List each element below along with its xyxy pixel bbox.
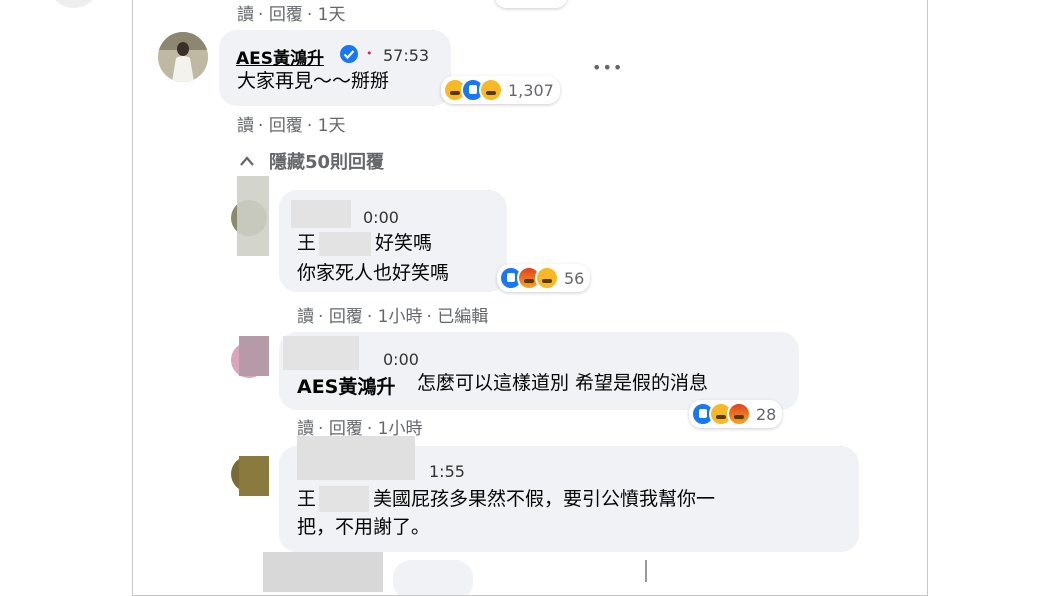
reply-bubble-partial: [393, 560, 473, 595]
reply-text-line2: 把，不用謝了。: [297, 516, 431, 538]
reply-text: 怎麼可以這樣道別 希望是假的消息: [417, 372, 709, 394]
reply-link[interactable]: 回覆: [269, 116, 303, 136]
time-link[interactable]: 1小時: [378, 307, 423, 327]
reply-text: 美國屁孩多果然不假，要引公憤我幫你一: [373, 488, 716, 510]
reply-text-prefix: 王: [297, 488, 317, 510]
reply-time[interactable]: 0:00: [363, 208, 399, 227]
reply-link[interactable]: 回覆: [329, 307, 363, 327]
more-options-icon[interactable]: •••: [592, 58, 623, 77]
reply-text-suffix: 好笑嗎: [375, 232, 433, 254]
reply-avatar-redacted: [239, 336, 269, 376]
reaction-count: 1,307: [508, 80, 554, 100]
reaction-summary[interactable]: 56: [497, 264, 591, 292]
hide-replies-button[interactable]: 隱藏50則回覆: [239, 148, 384, 174]
comment-time[interactable]: 57:53: [383, 46, 429, 65]
reaction-count: 56: [564, 268, 585, 288]
reply-link[interactable]: 回覆: [269, 5, 303, 25]
read-link[interactable]: 讀: [237, 116, 254, 136]
reply-avatar-redacted: [239, 456, 269, 496]
angry-reaction-icon: [727, 402, 751, 426]
comment-thread-frame: 讀 · 回覆 · 1天 AES黃鴻升 • 57:53 大家再見～～掰掰 1,307 …: [132, 0, 928, 596]
reaction-summary[interactable]: 1,307: [441, 76, 560, 104]
author-name-redacted: [291, 200, 351, 228]
hide-replies-label: 隱藏50則回覆: [269, 152, 385, 173]
verified-badge-icon: [340, 45, 358, 63]
read-link[interactable]: 讀: [297, 307, 314, 327]
wow-reaction-icon: [479, 78, 503, 102]
dot-separator: •: [366, 47, 373, 60]
reaction-summary[interactable]: 28: [689, 400, 783, 428]
top-reactions-partial[interactable]: [495, 0, 567, 8]
reply-avatar-redacted: [263, 552, 383, 592]
mention-redacted: [319, 486, 369, 512]
author-name-redacted: [283, 336, 359, 370]
top-comment-meta: 讀 · 回覆 · 1天: [237, 5, 346, 25]
edited-label[interactable]: 已編輯: [437, 307, 488, 327]
scroll-indicator[interactable]: [645, 560, 647, 582]
reply-avatar-redacted: [237, 176, 269, 256]
time-link[interactable]: 1天: [318, 5, 346, 25]
main-comment-meta: 讀 · 回覆 · 1天: [237, 116, 346, 136]
reply-time[interactable]: 0:00: [383, 350, 419, 369]
reply-text-prefix: 王: [297, 232, 317, 254]
mention-redacted: [319, 232, 371, 256]
reaction-count: 28: [756, 404, 777, 424]
comment-text: 大家再見～～掰掰: [237, 70, 390, 92]
mention-link[interactable]: AES黃鴻升: [297, 372, 395, 399]
avatar[interactable]: [158, 32, 208, 82]
reply-text-line2: 你家死人也好笑嗎: [297, 262, 450, 284]
chevron-up-icon: [240, 156, 254, 166]
time-link[interactable]: 1天: [318, 116, 346, 136]
avatar-photo-icon: [158, 32, 208, 82]
author-name-redacted: [297, 436, 415, 480]
haha-reaction-icon: [535, 266, 559, 290]
reply-meta: 讀 · 回覆 · 1小時 · 已編輯: [297, 307, 489, 327]
partial-avatar-top: [48, 0, 100, 8]
read-link[interactable]: 讀: [237, 5, 254, 25]
reply-time[interactable]: 1:55: [429, 462, 465, 481]
